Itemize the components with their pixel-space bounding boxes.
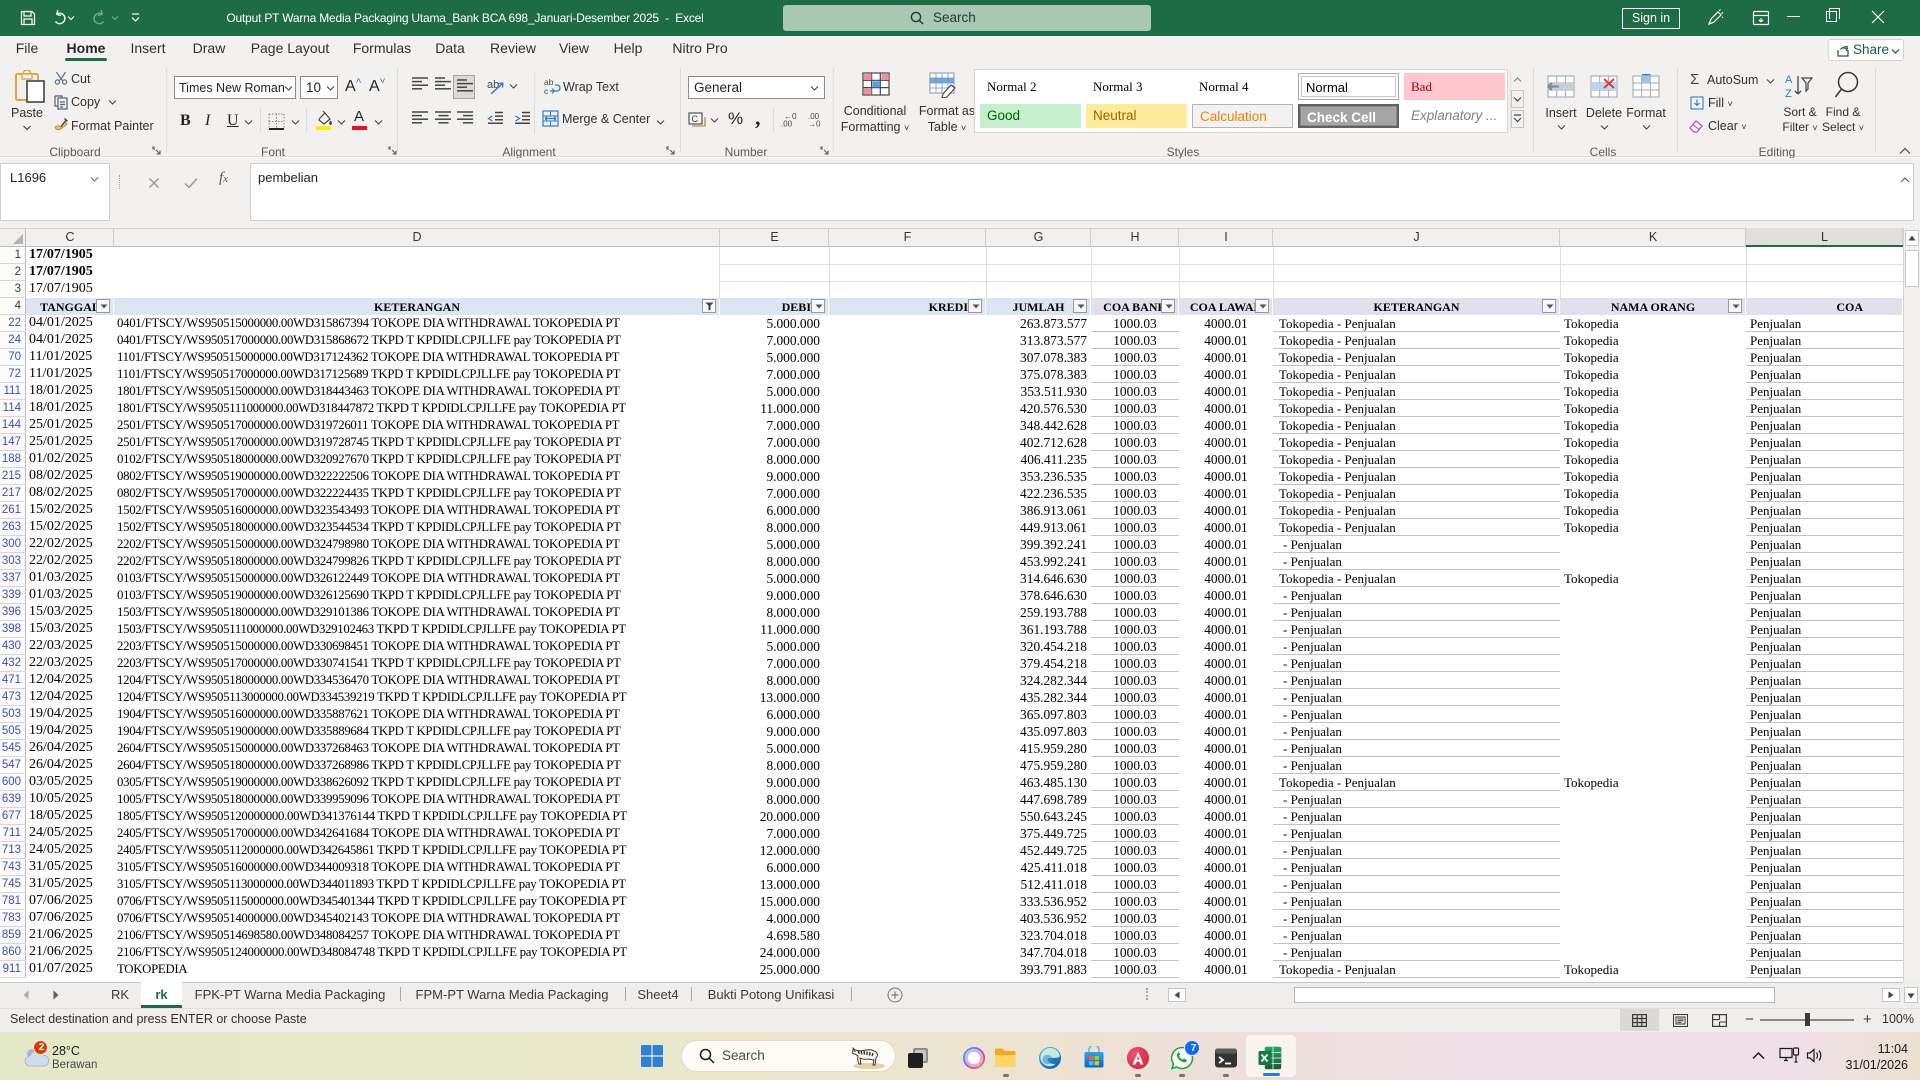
svg-text:Z: Z — [1785, 88, 1792, 100]
svg-text:C: C — [692, 114, 699, 124]
svg-text:ab: ab — [487, 79, 499, 91]
svg-text:A: A — [1785, 74, 1793, 86]
svg-text:→0: →0 — [808, 120, 821, 128]
svg-text:.00: .00 — [781, 120, 793, 128]
svg-text:c: c — [544, 86, 549, 95]
